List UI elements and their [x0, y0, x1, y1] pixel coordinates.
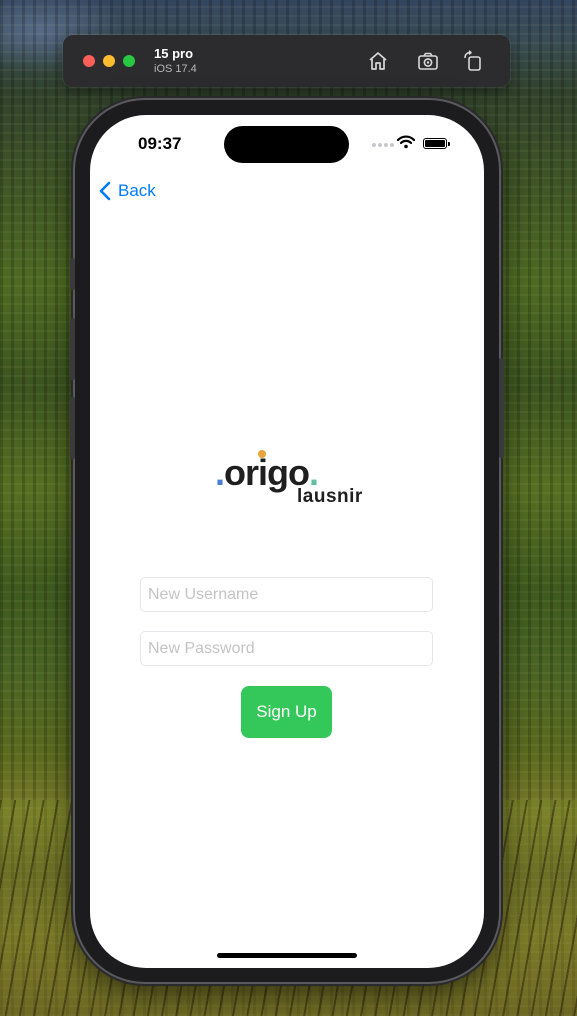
back-button[interactable]: Back: [98, 179, 156, 203]
device-os-version: iOS 17.4: [154, 63, 197, 75]
zoom-window-button[interactable]: [123, 55, 135, 67]
new-username-input[interactable]: [140, 577, 433, 612]
simulator-toolbar: 15 pro iOS 17.4: [63, 35, 510, 87]
screenshot-icon: [418, 52, 438, 70]
home-icon: [369, 52, 387, 70]
dynamic-island: [224, 126, 349, 163]
action-button: [70, 258, 75, 290]
new-password-input[interactable]: [140, 631, 433, 666]
minimize-window-button[interactable]: [103, 55, 115, 67]
back-label: Back: [118, 181, 156, 200]
volume-down-button: [70, 397, 75, 459]
device-name: 15 pro: [154, 46, 194, 61]
home-button[interactable]: [366, 49, 390, 73]
rotate-icon: [464, 50, 481, 71]
close-window-button[interactable]: [83, 55, 95, 67]
battery-icon: [423, 138, 450, 149]
power-button: [499, 358, 504, 458]
volume-up-button: [70, 318, 75, 380]
home-indicator: [217, 953, 357, 958]
cellular-signal-icon: [372, 143, 394, 149]
chevron-left-icon: [98, 181, 112, 201]
screenshot-button[interactable]: [416, 49, 440, 73]
origo-logo: .ori go. lausnir: [215, 450, 365, 511]
sign-up-button[interactable]: Sign Up: [241, 686, 332, 738]
wifi-icon: [397, 135, 415, 149]
rotate-button[interactable]: [461, 49, 485, 73]
phone-screen: 09:37 Back .origo. lausnir Sign Up: [90, 115, 484, 968]
status-time: 09:37: [138, 134, 182, 153]
logo-tagline: lausnir: [297, 486, 363, 507]
